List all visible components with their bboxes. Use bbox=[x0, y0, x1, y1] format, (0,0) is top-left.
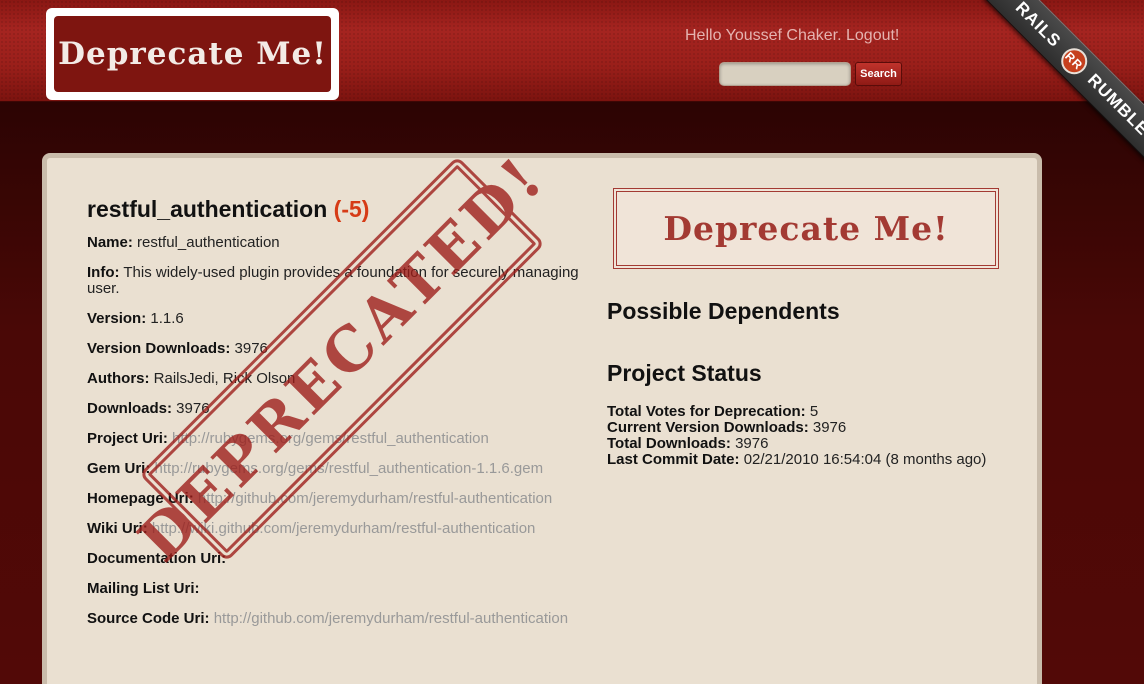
field-label: Project Uri: bbox=[87, 430, 168, 447]
field-link[interactable]: http://wiki.github.com/jeremydurham/rest… bbox=[152, 520, 536, 537]
field-label: Authors: bbox=[87, 370, 150, 387]
status-label: Current Version Downloads: bbox=[607, 419, 809, 436]
field-link[interactable]: http://rubygems.org/gems/restful_authent… bbox=[155, 460, 544, 477]
status-row: Last Commit Date: 02/21/2010 16:54:04 (8… bbox=[607, 452, 986, 468]
rails-rumble-badge-icon: RR bbox=[1055, 42, 1093, 80]
site-logo[interactable]: Deprecate Me! bbox=[46, 8, 339, 100]
status-row: Current Version Downloads: 3976 bbox=[607, 420, 986, 436]
status-row: Total Votes for Deprecation: 5 bbox=[607, 404, 986, 420]
project-status-heading: Project Status bbox=[607, 360, 762, 386]
project-field-row: Version: 1.1.6 bbox=[87, 311, 587, 327]
field-value: 1.1.6 bbox=[150, 310, 184, 327]
field-label: Documentation Uri: bbox=[87, 550, 227, 567]
field-label: Version: bbox=[87, 310, 147, 327]
rails-rumble-banner: RAILS RR RUMBLE bbox=[983, 0, 1144, 168]
status-label: Last Commit Date: bbox=[607, 451, 740, 468]
field-label: Downloads: bbox=[87, 400, 172, 417]
field-value: 3976 bbox=[234, 340, 268, 357]
status-row: Total Downloads: 3976 bbox=[607, 436, 986, 452]
site-logo-plate: Deprecate Me! bbox=[54, 16, 331, 92]
project-field-row: Gem Uri: http://rubygems.org/gems/restfu… bbox=[87, 461, 587, 477]
field-link[interactable]: http://rubygems.org/gems/restful_authent… bbox=[172, 430, 489, 447]
field-label: Source Code Uri: bbox=[87, 610, 210, 627]
project-status-list: Total Votes for Deprecation: 5 Current Ve… bbox=[607, 404, 986, 468]
project-field-row: Source Code Uri: http://github.com/jerem… bbox=[87, 611, 587, 627]
rails-rumble-ribbon[interactable]: RAILS RR RUMBLE bbox=[944, 0, 1144, 200]
project-field-row: Version Downloads: 3976 bbox=[87, 341, 587, 357]
field-label: Version Downloads: bbox=[87, 340, 231, 357]
field-label: Info: bbox=[87, 264, 120, 281]
project-field-row: Mailing List Uri: bbox=[87, 581, 587, 597]
project-field-row: Documentation Uri: bbox=[87, 551, 587, 567]
field-value: This widely-used plugin provides a found… bbox=[87, 264, 579, 297]
field-label: Homepage Uri: bbox=[87, 490, 194, 507]
project-field-row: Info: This widely-used plugin provides a… bbox=[87, 265, 587, 297]
project-field-row: Name: restful_authentication bbox=[87, 235, 587, 251]
page-title: restful_authentication (-5) bbox=[87, 196, 587, 223]
field-value: restful_authentication bbox=[137, 234, 280, 251]
field-value: 3976 bbox=[176, 400, 210, 417]
field-label: Mailing List Uri: bbox=[87, 580, 200, 597]
deprecate-me-stamp-logo: Deprecate Me! bbox=[613, 188, 999, 269]
status-value: 5 bbox=[809, 403, 819, 420]
field-label: Wiki Uri: bbox=[87, 520, 148, 537]
ribbon-rumble-text: RUMBLE bbox=[1083, 70, 1144, 140]
field-label: Gem Uri: bbox=[87, 460, 151, 477]
possible-dependents-heading: Possible Dependents bbox=[607, 298, 840, 324]
ribbon-rails-text: RAILS bbox=[1011, 0, 1065, 52]
field-link[interactable]: http://github.com/jeremydurham/restful-a… bbox=[198, 490, 552, 507]
deprecation-score: (-5) bbox=[333, 196, 370, 222]
search-input[interactable] bbox=[719, 62, 851, 86]
search-button[interactable]: Search bbox=[855, 62, 902, 86]
project-field-row: Homepage Uri: http://github.com/jeremydu… bbox=[87, 491, 587, 507]
field-value: RailsJedi, Rick Olson bbox=[153, 370, 296, 387]
field-link[interactable]: http://github.com/jeremydurham/restful-a… bbox=[214, 610, 568, 627]
stamp-logo-text: Deprecate Me! bbox=[663, 209, 949, 248]
project-title: restful_authentication bbox=[87, 196, 328, 222]
project-field-row: Wiki Uri: http://wiki.github.com/jeremyd… bbox=[87, 521, 587, 537]
status-value: 02/21/2010 16:54:04 (8 months ago) bbox=[743, 451, 987, 468]
site-logo-text: Deprecate Me! bbox=[58, 36, 327, 72]
project-field-row: Project Uri: http://rubygems.org/gems/re… bbox=[87, 431, 587, 447]
status-label: Total Downloads: bbox=[607, 435, 731, 452]
status-label: Total Votes for Deprecation: bbox=[607, 403, 806, 420]
field-label: Name: bbox=[87, 234, 133, 251]
status-value: 3976 bbox=[812, 419, 847, 436]
project-details: restful_authentication (-5) Name: restfu… bbox=[87, 196, 587, 641]
project-field-row: Authors: RailsJedi, Rick Olson bbox=[87, 371, 587, 387]
status-value: 3976 bbox=[735, 435, 769, 452]
project-field-row: Downloads: 3976 bbox=[87, 401, 587, 417]
user-greeting-logout-link[interactable]: Hello Youssef Chaker. Logout! bbox=[685, 27, 899, 45]
